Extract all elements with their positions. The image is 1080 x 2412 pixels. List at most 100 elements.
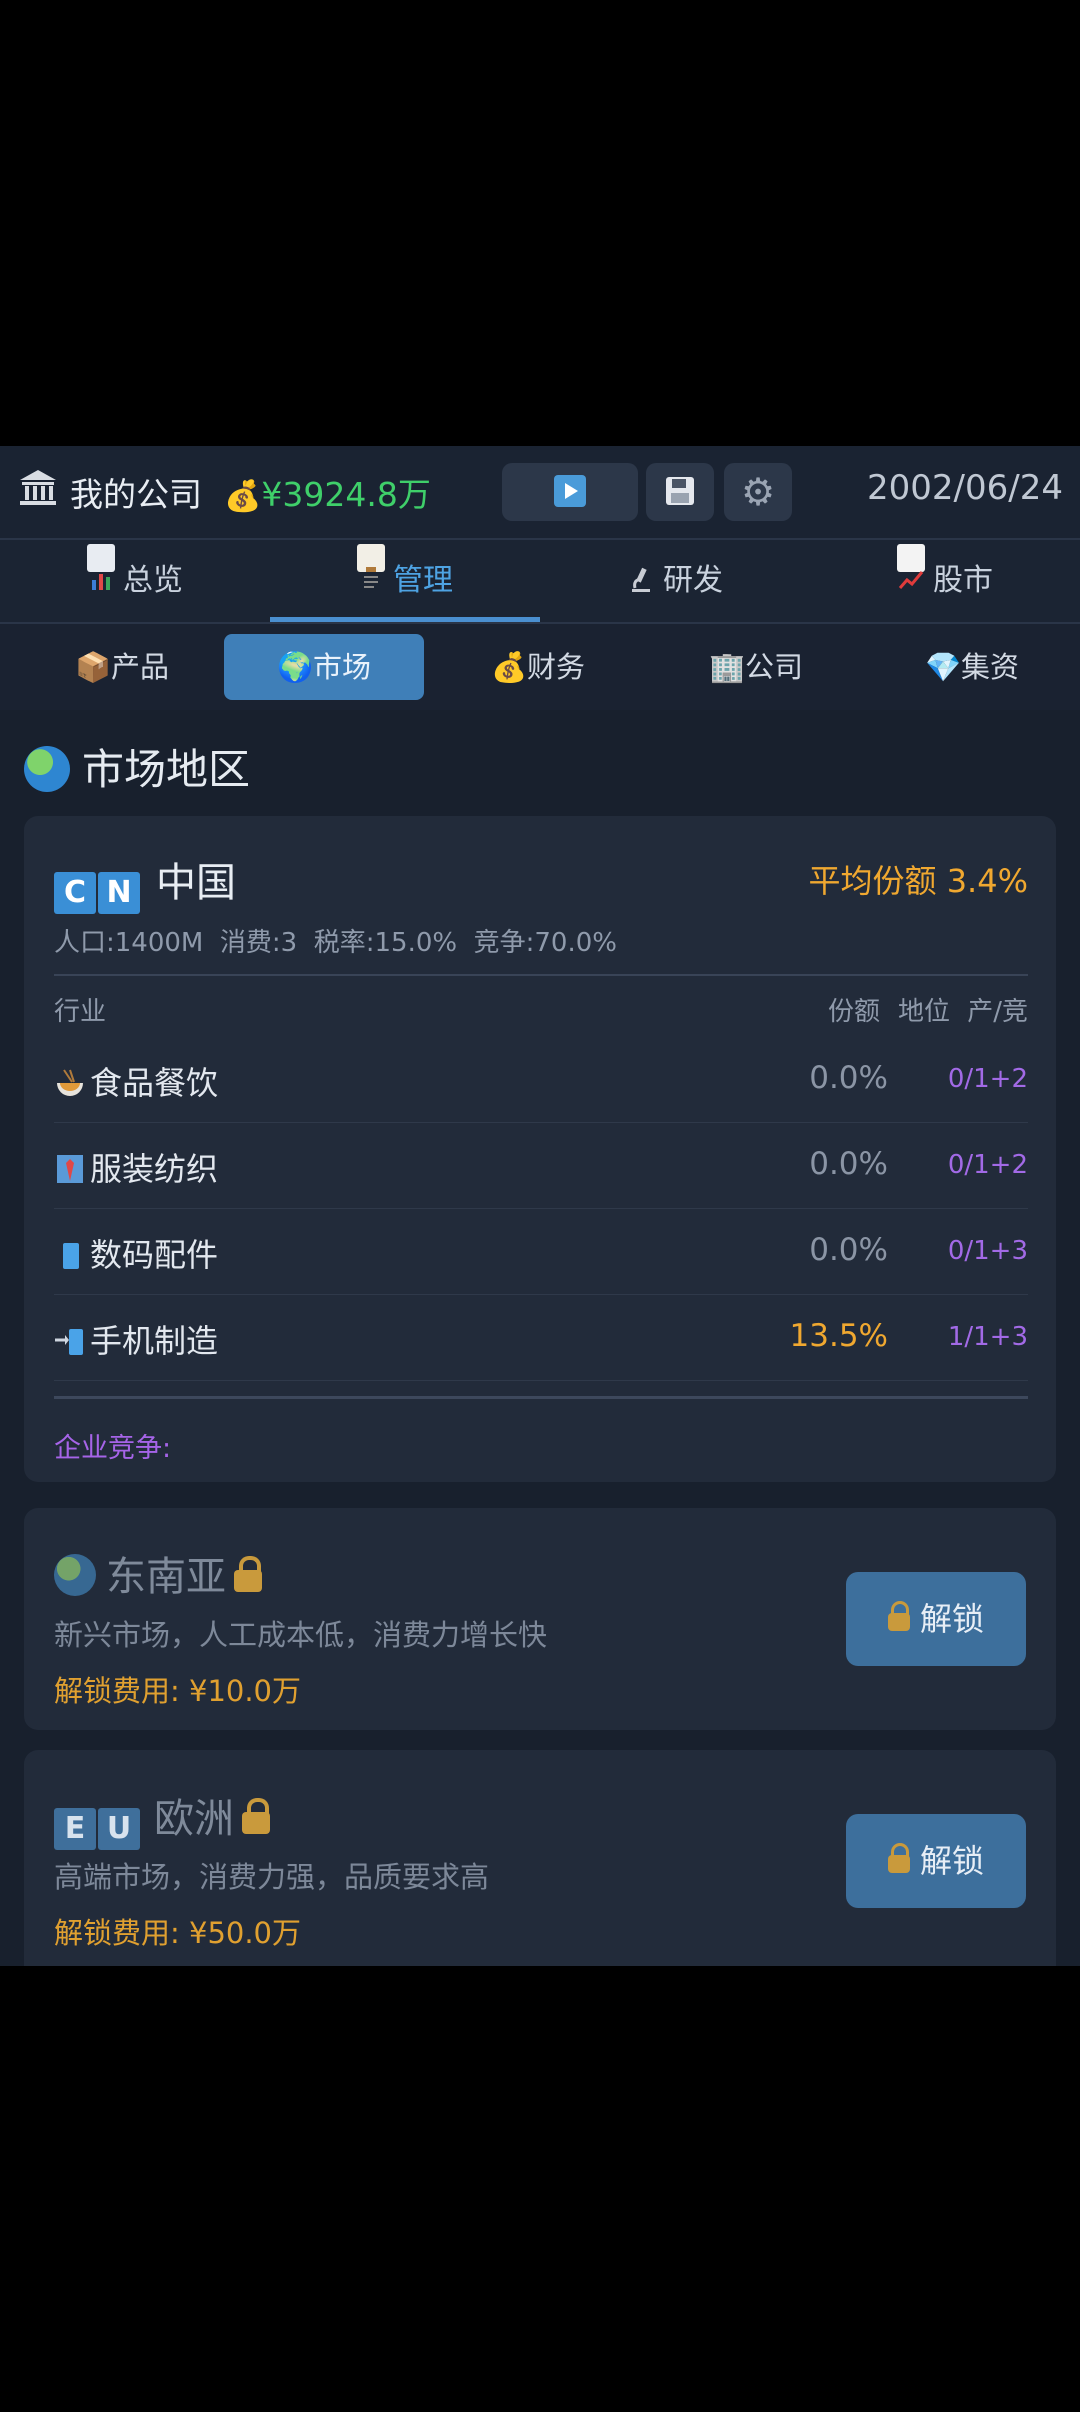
money-display: 💰¥3924.8万 xyxy=(224,468,431,516)
region-header: C N 中国 xyxy=(54,850,236,914)
subtab-fundraising[interactable]: 💎集资 xyxy=(872,634,1072,700)
industry-row-phone-manufacturing[interactable]: 手机制造 13.5% 1/1+3 xyxy=(54,1294,1028,1381)
header-prod-comp: 产/竞 xyxy=(967,997,1028,1027)
play-icon xyxy=(554,475,586,507)
industry-row-food[interactable]: 食品餐饮 0.0% 0/1+2 xyxy=(54,1036,1028,1123)
industry-share: 0.0% xyxy=(809,1146,888,1182)
enterprise-competition-label: 企业竞争: xyxy=(54,1433,172,1464)
average-share: 平均份额 3.4% xyxy=(808,862,1028,900)
mobile-arrow-icon xyxy=(54,1325,86,1357)
subtab-finance[interactable]: 💰财务 xyxy=(438,634,638,700)
unlock-button-label: 解锁 xyxy=(919,1600,984,1638)
subtab-label: 产品 xyxy=(111,650,170,684)
tab-management[interactable]: 管理 xyxy=(270,540,540,622)
game-date: 2002/06/24 xyxy=(867,468,1063,508)
gear-icon: ⚙ xyxy=(740,470,776,514)
flag-letter: E xyxy=(54,1808,96,1850)
tab-research[interactable]: 研发 xyxy=(540,540,810,622)
region-name: 东南亚 xyxy=(106,1554,226,1600)
industry-label: 服装纺织 xyxy=(90,1150,219,1188)
region-name: 中国 xyxy=(156,860,236,906)
flag-cn-icon: CN xyxy=(54,872,142,914)
industry-prod-comp: 1/1+3 xyxy=(947,1322,1028,1352)
industry-prod-comp: 0/1+2 xyxy=(947,1064,1028,1094)
globe-icon: 🌍 xyxy=(276,650,314,684)
flag-letter: U xyxy=(98,1808,140,1850)
subtab-label: 市场 xyxy=(313,650,372,684)
money-bag-icon: 💰 xyxy=(224,479,262,514)
lock-icon xyxy=(234,1556,262,1592)
sub-tabs: 📦产品 🌍市场 💰财务 🏢公司 💎集资 xyxy=(0,624,1080,710)
lock-icon xyxy=(887,1601,910,1631)
play-button[interactable] xyxy=(502,463,638,521)
industry-share: 0.0% xyxy=(809,1060,888,1096)
package-icon: 📦 xyxy=(74,650,112,684)
floppy-disk-icon xyxy=(666,477,694,505)
section-title-text: 市场地区 xyxy=(82,745,251,794)
app-screen: 我的公司 💰¥3924.8万 ⚙ 2002/06/24 总览 管理 研发 股市 xyxy=(0,446,1080,1966)
main-tabs: 总览 管理 研发 股市 xyxy=(0,540,1080,624)
subtab-label: 财务 xyxy=(527,650,586,684)
region-stats: 人口:1400M 消费:3 税率:15.0% 竞争:70.0% xyxy=(54,928,617,958)
region-name: 欧洲 xyxy=(154,1796,234,1842)
microscope-icon xyxy=(627,544,655,592)
trend-chart-icon xyxy=(897,544,925,589)
industry-label: 数码配件 xyxy=(90,1236,219,1274)
settings-button[interactable]: ⚙ xyxy=(724,463,792,521)
clipboard-icon xyxy=(357,544,385,588)
tab-overview[interactable]: 总览 xyxy=(0,540,270,622)
unlock-button[interactable]: 解锁 xyxy=(846,1814,1026,1908)
industry-label: 食品餐饮 xyxy=(90,1064,219,1102)
industry-share: 13.5% xyxy=(789,1318,888,1354)
top-bar: 我的公司 💰¥3924.8万 ⚙ 2002/06/24 xyxy=(0,446,1080,540)
save-button[interactable] xyxy=(646,463,714,521)
shirt-icon xyxy=(54,1153,86,1185)
industry-table-header: 行业 份额 地位 产/竞 xyxy=(54,991,1028,1028)
subtab-label: 公司 xyxy=(745,650,804,684)
subtab-products[interactable]: 📦产品 xyxy=(22,634,222,700)
industry-name: 服装纺织 xyxy=(54,1144,218,1190)
subtab-market[interactable]: 🌍市场 xyxy=(224,634,424,700)
industry-name: 手机制造 xyxy=(54,1316,218,1362)
tab-label: 管理 xyxy=(393,563,453,598)
company-name: 我的公司 xyxy=(70,475,202,514)
globe-icon xyxy=(54,1554,96,1596)
header-share: 份额 xyxy=(827,997,880,1027)
header-position: 地位 xyxy=(897,997,950,1027)
section-title: 市场地区 xyxy=(24,736,250,797)
bar-chart-icon xyxy=(87,544,115,590)
region-card-china: C N 中国 平均份额 3.4% 人口:1400M 消费:3 税率:15.0% 竞争… xyxy=(24,816,1056,1482)
unlock-button[interactable]: 解锁 xyxy=(846,1572,1026,1666)
flag-letter: C xyxy=(54,872,96,914)
divider xyxy=(54,974,1028,976)
region-header: E U 欧洲 xyxy=(54,1786,270,1850)
tab-label: 研发 xyxy=(663,563,723,598)
tab-stock-market[interactable]: 股市 xyxy=(810,540,1080,622)
lock-icon xyxy=(242,1798,270,1834)
industry-prod-comp: 0/1+3 xyxy=(947,1236,1028,1266)
subtab-label: 集资 xyxy=(961,650,1020,684)
region-description: 新兴市场，人工成本低，消费力增长快 xyxy=(54,1618,548,1652)
flag-letter: N xyxy=(98,872,140,914)
industry-name: 数码配件 xyxy=(54,1230,218,1276)
industry-name: 食品餐饮 xyxy=(54,1058,218,1104)
industry-row-digital-accessories[interactable]: 数码配件 0.0% 0/1+3 xyxy=(54,1208,1028,1295)
region-card-southeast-asia: 东南亚 新兴市场，人工成本低，消费力增长快 解锁费用: ¥10.0万 解锁 xyxy=(24,1508,1056,1730)
lock-icon xyxy=(887,1843,910,1873)
money-value: ¥3924.8万 xyxy=(261,475,431,514)
industry-label: 手机制造 xyxy=(90,1322,219,1360)
divider xyxy=(54,1396,1028,1399)
industry-row-apparel[interactable]: 服装纺织 0.0% 0/1+2 xyxy=(54,1122,1028,1209)
subtab-company[interactable]: 🏢公司 xyxy=(656,634,856,700)
flag-eu-icon: EU xyxy=(54,1802,142,1850)
bank-icon xyxy=(20,470,56,505)
tab-label: 股市 xyxy=(933,563,993,598)
phone-icon xyxy=(54,1239,86,1271)
industry-prod-comp: 0/1+2 xyxy=(947,1150,1028,1180)
header-industry: 行业 xyxy=(54,997,107,1027)
unlock-cost: 解锁费用: ¥10.0万 xyxy=(54,1674,302,1708)
noodle-bowl-icon xyxy=(54,1067,86,1099)
unlock-cost: 解锁费用: ¥50.0万 xyxy=(54,1916,302,1950)
gem-icon: 💎 xyxy=(924,650,962,684)
region-description: 高端市场，消费力强，品质要求高 xyxy=(54,1860,490,1894)
